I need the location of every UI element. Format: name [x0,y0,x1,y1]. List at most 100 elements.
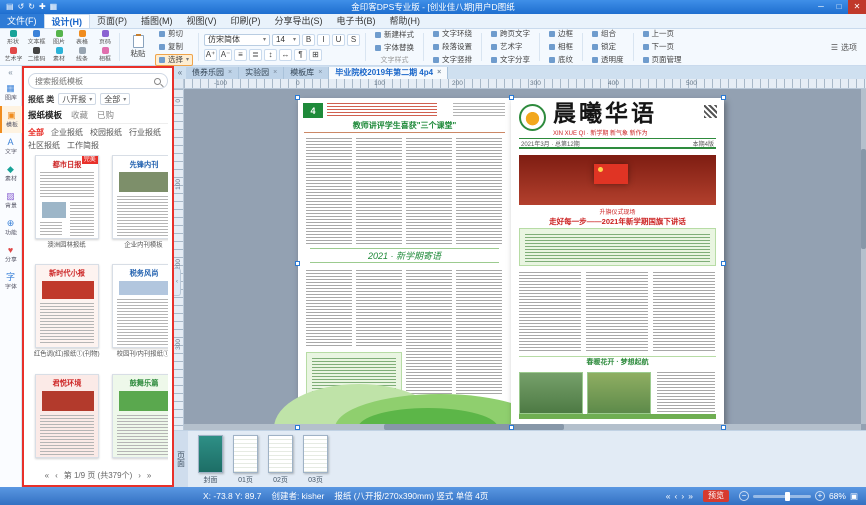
select-button[interactable]: 选择▾ [155,54,193,66]
font-shrink-button[interactable]: A⁻ [219,49,232,61]
fit-page-button[interactable]: ▣ [850,491,858,502]
category-community[interactable]: 社区报纸 [28,140,60,151]
vertical-text-button[interactable]: 文字竖排 [429,54,476,66]
menu-tab-share-export[interactable]: 分享导出(S) [268,14,330,28]
group-button[interactable]: 组合 [588,28,628,40]
template-card[interactable]: 君悦环境 [28,374,106,468]
rail-item-font[interactable]: 字字体 [0,268,22,295]
category-work-brief[interactable]: 工作简报 [67,140,99,151]
close-icon[interactable]: × [437,67,441,79]
opacity-button[interactable]: 透明度 [588,54,628,66]
page-thumb-2[interactable]: 02页 [268,435,293,485]
panel-collapse-handle[interactable]: ‹ [174,268,181,296]
tab-scroll-left-icon[interactable]: « [174,67,186,79]
redo-icon[interactable]: ↻ [28,0,35,14]
font-family-select[interactable]: 仿宋简体▾ [204,34,270,46]
frame-button[interactable]: 相框 [94,47,116,64]
first-page-icon[interactable]: « [45,471,49,480]
next-page-icon[interactable]: › [138,471,141,480]
page-thumb-cover[interactable]: 封面 [198,435,223,485]
underline-button[interactable]: U [332,34,345,46]
cross-page-text-button[interactable]: 跨页文字 [487,28,534,40]
pages-strip-tab[interactable]: 页面 [174,431,188,487]
bold-button[interactable]: B [302,34,315,46]
paragraph-button[interactable]: ¶ [294,49,307,61]
menu-tab-page[interactable]: 页面(P) [90,14,134,28]
last-page-icon[interactable]: » [688,491,693,501]
save-icon[interactable]: ▤ [6,0,14,14]
strikethrough-button[interactable]: S [347,34,360,46]
prev-page-button[interactable]: 上一页 [639,28,686,40]
rail-item-template[interactable]: ▣模板 [0,106,22,133]
next-page-button[interactable]: 下一页 [639,41,686,53]
selection-handle[interactable] [509,425,514,430]
line-button[interactable]: 线条 [71,47,93,64]
paragraph-settings-button[interactable]: 段落设置 [429,41,476,53]
template-card[interactable]: 完美 都市日报 澳洲园林报纸 [28,155,106,260]
tab-purchased[interactable]: 已购 [97,109,114,121]
char-spacing-button[interactable]: ↔ [279,49,292,61]
selection-handle[interactable] [295,261,300,266]
align-left-button[interactable]: ≡ [234,49,247,61]
menu-tab-ebook[interactable]: 电子书(B) [330,14,383,28]
rail-collapse-icon[interactable]: « [8,68,12,79]
border-button[interactable]: 边框 [545,28,577,40]
category-campus[interactable]: 校园报纸 [90,127,122,138]
rail-item-function[interactable]: ⊕功能 [0,214,22,241]
newspaper-left-page[interactable]: 4 教师讲评学生喜获"三个课堂" 2021 · 新学期寄语 [298,98,511,428]
image-button[interactable]: 图片 [48,30,70,47]
selection-handle[interactable] [295,95,300,100]
text-wrap-button[interactable]: 文字环绕 [429,28,476,40]
material-button[interactable]: 素材 [48,47,70,64]
search-icon[interactable] [154,78,161,85]
doc-tab-4-active[interactable]: 毕业院校2019年第二期 4p4× [329,67,448,79]
size-filter-dropdown[interactable]: 八开报▾ [58,93,96,105]
italic-button[interactable]: I [317,34,330,46]
prev-page-icon[interactable]: ‹ [55,471,58,480]
shape-button[interactable]: 形状 [2,30,24,47]
copy-button[interactable]: 复制 [155,41,193,53]
prev-page-icon[interactable]: ‹ [675,491,678,501]
menu-tab-view[interactable]: 视图(V) [180,14,224,28]
rail-item-text[interactable]: A文字 [0,133,22,160]
menu-tab-design[interactable]: 设计(H) [44,14,91,28]
first-page-icon[interactable]: « [666,491,671,501]
workspace[interactable]: 4 教师讲评学生喜获"三个课堂" 2021 · 新学期寄语 [184,89,866,430]
page-manager-button[interactable]: 页面管理 [639,54,686,66]
doc-tab-2[interactable]: 实验园× [239,67,284,79]
line-spacing-button[interactable]: ↕ [264,49,277,61]
selection-handle[interactable] [721,261,726,266]
tab-favorites[interactable]: 收藏 [71,109,88,121]
textbox-button[interactable]: 文本框 [25,30,47,47]
close-button[interactable]: ✕ [848,0,866,14]
tab-newspaper-templates[interactable]: 报纸模板 [28,109,62,121]
maximize-button[interactable]: □ [830,0,848,14]
scope-filter-dropdown[interactable]: 全部▾ [100,93,130,105]
rail-item-gallery[interactable]: ▦图库 [0,79,22,106]
text-share-button[interactable]: 文字分享 [487,54,534,66]
rail-item-material[interactable]: ◆素材 [0,160,22,187]
category-industry[interactable]: 行业报纸 [129,127,161,138]
photo-frame-button[interactable]: 相框 [545,41,577,53]
template-card[interactable]: 新时代小报 红色调(红)报纸①(刊物) [28,264,106,369]
zoom-slider-knob[interactable] [785,492,790,501]
menu-tab-illustration[interactable]: 插图(M) [134,14,180,28]
template-card[interactable]: 鼓舞乐篇 [112,374,169,468]
table-button[interactable]: 表格 [71,30,93,47]
doc-tab-3[interactable]: 模板库× [284,67,329,79]
selection-handle[interactable] [509,95,514,100]
close-icon[interactable]: × [318,67,322,79]
close-icon[interactable]: × [273,67,277,79]
doc-tab-1[interactable]: 债券乐园× [186,67,239,79]
zoom-slider[interactable] [753,495,811,498]
close-icon[interactable]: × [228,67,232,79]
menu-tab-file[interactable]: 文件(F) [0,14,44,28]
next-page-icon[interactable]: › [681,491,684,501]
options-button[interactable]: ☰ 选项 [824,30,864,64]
new-style-button[interactable]: 新建样式 [371,29,418,41]
undo-icon[interactable]: ↺ [18,0,25,14]
cut-button[interactable]: 剪切 [155,28,193,40]
font-size-select[interactable]: 14▾ [272,34,300,46]
align-justify-button[interactable]: ≣ [249,49,262,61]
category-all[interactable]: 全部 [28,127,44,138]
